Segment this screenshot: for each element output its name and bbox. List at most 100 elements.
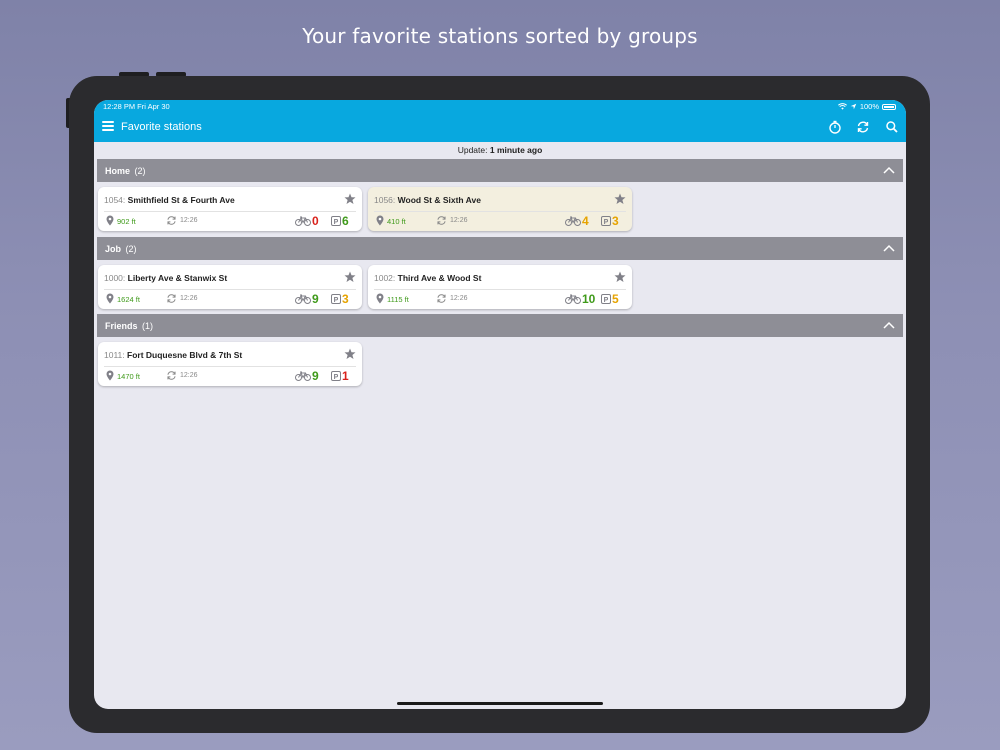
stopwatch-icon[interactable] bbox=[828, 120, 842, 134]
home-indicator[interactable] bbox=[397, 702, 603, 705]
group-name: Job bbox=[105, 244, 122, 254]
status-right: 100% bbox=[837, 102, 896, 111]
parking-icon: P bbox=[601, 216, 611, 226]
bicycle-icon bbox=[565, 216, 581, 226]
station-distance: 1470 ft bbox=[117, 372, 140, 381]
location-pin-icon bbox=[376, 215, 384, 226]
divider bbox=[374, 289, 626, 290]
available-bikes: 9 bbox=[312, 369, 319, 383]
location-pin-icon bbox=[106, 215, 114, 226]
station-card[interactable]: 1000: Liberty Ave & Stanwix St 1624 ft 1… bbox=[98, 265, 362, 309]
star-icon[interactable] bbox=[344, 271, 356, 283]
star-icon[interactable] bbox=[344, 348, 356, 360]
station-update-time: 12:26 bbox=[450, 217, 468, 224]
station-distance: 1624 ft bbox=[117, 295, 140, 304]
station-name: Liberty Ave & Stanwix St bbox=[127, 273, 228, 283]
station-distance: 1115 ft bbox=[387, 295, 409, 304]
refresh-icon[interactable] bbox=[856, 120, 870, 134]
group-name-wrap: Home (2) bbox=[105, 166, 146, 176]
location-pin-icon bbox=[376, 293, 384, 304]
status-bar: 12:28 PM Fri Apr 30 100% bbox=[94, 100, 906, 112]
bicycle-icon bbox=[295, 216, 311, 226]
sync-icon bbox=[167, 216, 176, 225]
divider bbox=[104, 289, 356, 290]
update-status: Update: 1 minute ago bbox=[94, 142, 906, 158]
station-card[interactable]: 1054: Smithfield St & Fourth Ave 902 ft … bbox=[98, 187, 362, 231]
svg-text:P: P bbox=[334, 374, 339, 381]
station-card[interactable]: 1056: Wood St & Sixth Ave 410 ft 12:26 4… bbox=[368, 187, 632, 231]
sync-icon bbox=[167, 371, 176, 380]
svg-text:P: P bbox=[604, 219, 609, 226]
sync-icon bbox=[167, 294, 176, 303]
divider bbox=[104, 366, 356, 367]
station-name: Wood St & Sixth Ave bbox=[397, 195, 481, 205]
group-count: (1) bbox=[142, 321, 154, 331]
station-title: 1054: Smithfield St & Fourth Ave bbox=[104, 195, 235, 205]
bicycle-icon bbox=[565, 294, 581, 304]
available-bikes: 4 bbox=[582, 214, 589, 228]
location-arrow-icon bbox=[850, 103, 857, 110]
station-id: 1056: bbox=[374, 195, 396, 205]
bicycle-icon bbox=[295, 371, 311, 381]
chevron-up-icon[interactable] bbox=[883, 320, 895, 330]
parking-icon: P bbox=[331, 216, 341, 226]
status-time: 12:28 PM Fri Apr 30 bbox=[103, 102, 170, 111]
svg-text:P: P bbox=[334, 219, 339, 226]
available-docks: 5 bbox=[612, 292, 619, 306]
group-header-home[interactable]: Home (2) bbox=[97, 159, 903, 182]
wifi-icon bbox=[837, 103, 847, 110]
marketing-caption: Your favorite stations sorted by groups bbox=[302, 24, 698, 48]
parking-icon: P bbox=[601, 294, 611, 304]
star-icon[interactable] bbox=[344, 193, 356, 205]
station-name: Fort Duquesne Blvd & 7th St bbox=[127, 350, 243, 360]
svg-text:P: P bbox=[334, 297, 339, 304]
group-name-wrap: Job (2) bbox=[105, 244, 137, 254]
station-id: 1054: bbox=[104, 195, 126, 205]
app-title: Favorite stations bbox=[121, 121, 202, 133]
parking-icon: P bbox=[331, 371, 341, 381]
group-name-wrap: Friends (1) bbox=[105, 321, 153, 331]
location-pin-icon bbox=[106, 293, 114, 304]
available-bikes: 10 bbox=[582, 292, 596, 306]
sync-icon bbox=[437, 294, 446, 303]
station-update-time: 12:26 bbox=[180, 295, 198, 302]
update-label: Update: bbox=[457, 145, 488, 155]
station-title: 1056: Wood St & Sixth Ave bbox=[374, 195, 481, 205]
location-pin-icon bbox=[106, 370, 114, 381]
available-bikes: 9 bbox=[312, 292, 319, 306]
station-update-time: 12:26 bbox=[180, 217, 198, 224]
search-icon[interactable] bbox=[885, 120, 899, 134]
station-distance: 410 ft bbox=[387, 217, 406, 226]
station-title: 1000: Liberty Ave & Stanwix St bbox=[104, 273, 227, 283]
available-docks: 6 bbox=[342, 214, 349, 228]
group-header-job[interactable]: Job (2) bbox=[97, 237, 903, 260]
star-icon[interactable] bbox=[614, 193, 626, 205]
star-icon[interactable] bbox=[614, 271, 626, 283]
chevron-up-icon[interactable] bbox=[883, 243, 895, 253]
app-bar: Favorite stations bbox=[94, 112, 906, 142]
group-count: (2) bbox=[134, 166, 146, 176]
parking-icon: P bbox=[331, 294, 341, 304]
battery-percent: 100% bbox=[859, 102, 879, 111]
app-screen: 12:28 PM Fri Apr 30 100% Favorite statio… bbox=[94, 100, 906, 709]
available-docks: 1 bbox=[342, 369, 349, 383]
chevron-up-icon[interactable] bbox=[883, 165, 895, 175]
station-name: Smithfield St & Fourth Ave bbox=[127, 195, 235, 205]
group-header-friends[interactable]: Friends (1) bbox=[97, 314, 903, 337]
svg-text:P: P bbox=[604, 297, 609, 304]
station-title: 1002: Third Ave & Wood St bbox=[374, 273, 481, 283]
station-update-time: 12:26 bbox=[180, 372, 198, 379]
station-update-time: 12:26 bbox=[450, 295, 468, 302]
hamburger-menu-icon[interactable] bbox=[102, 121, 114, 131]
station-card[interactable]: 1002: Third Ave & Wood St 1115 ft 12:26 … bbox=[368, 265, 632, 309]
station-card[interactable]: 1011: Fort Duquesne Blvd & 7th St 1470 f… bbox=[98, 342, 362, 386]
station-title: 1011: Fort Duquesne Blvd & 7th St bbox=[104, 350, 242, 360]
available-docks: 3 bbox=[612, 214, 619, 228]
bicycle-icon bbox=[295, 294, 311, 304]
available-bikes: 0 bbox=[312, 214, 319, 228]
group-count: (2) bbox=[125, 244, 137, 254]
update-value: 1 minute ago bbox=[489, 145, 543, 155]
available-docks: 3 bbox=[342, 292, 349, 306]
divider bbox=[104, 211, 356, 212]
battery-icon bbox=[882, 103, 896, 110]
